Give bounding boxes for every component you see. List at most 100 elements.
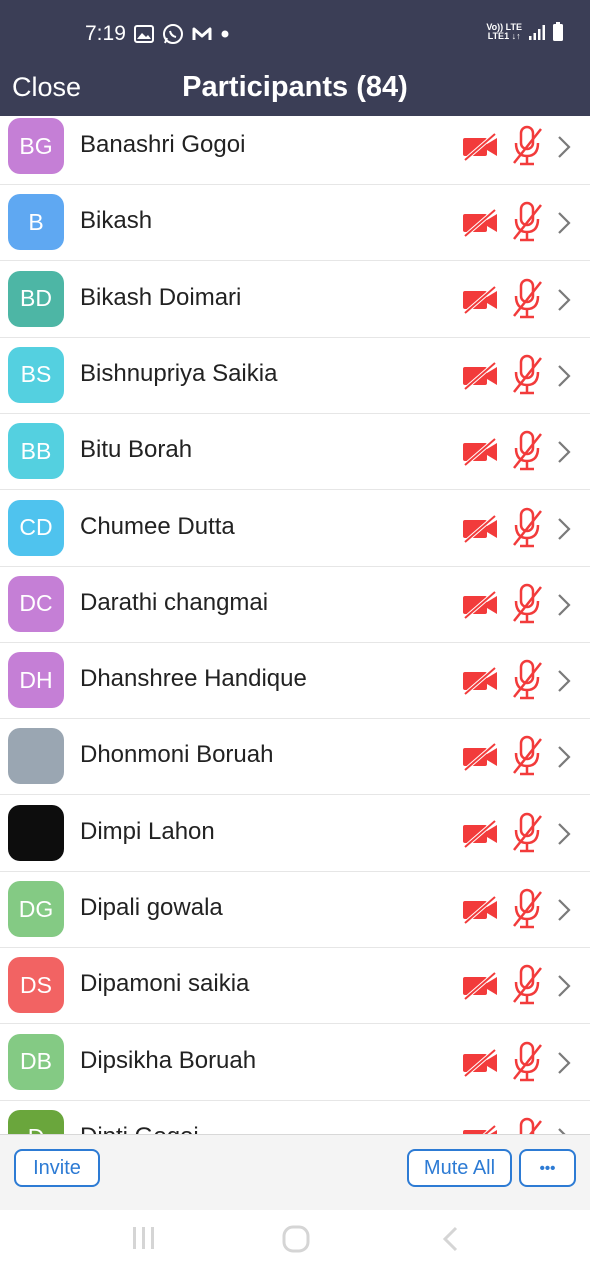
video-off-icon	[463, 743, 497, 772]
recent-apps-icon[interactable]	[131, 1225, 157, 1251]
participant-list[interactable]: BG Banashri Gogoi B Bikash BD Bikash Doi…	[0, 116, 590, 1134]
participant-row[interactable]: Dhonmoni Boruah	[0, 719, 590, 796]
participant-row[interactable]: BD Bikash Doimari	[0, 261, 590, 338]
participant-row[interactable]: DG Dipali gowala	[0, 872, 590, 948]
video-off-icon	[463, 972, 497, 1001]
avatar: DH	[8, 652, 64, 709]
mic-off-icon	[513, 1041, 542, 1081]
mic-off-icon	[513, 430, 542, 471]
chevron-right-icon[interactable]	[556, 897, 572, 923]
participant-row[interactable]: Dimpi Lahon	[0, 795, 590, 872]
video-off-icon	[463, 590, 497, 619]
chevron-right-icon[interactable]	[556, 363, 572, 389]
system-nav-bar	[0, 1210, 590, 1280]
system-status-icons: Vo)) LTE LTE1 ↓↑	[486, 22, 564, 42]
mic-off-icon	[513, 583, 542, 624]
avatar: DS	[8, 957, 64, 1014]
notification-icons	[134, 22, 230, 46]
participant-row[interactable]: DH Dhanshree Handique	[0, 643, 590, 720]
video-off-icon	[463, 209, 497, 238]
participant-name: Bitu Borah	[80, 436, 193, 464]
more-options-button[interactable]: •••	[519, 1149, 576, 1187]
chevron-right-icon[interactable]	[556, 973, 572, 999]
participant-row[interactable]: BS Bishnupriya Saikia	[0, 337, 590, 414]
participant-name: Dipamoni saikia	[80, 970, 250, 998]
participant-name: Dhanshree Handique	[80, 665, 307, 693]
chevron-right-icon[interactable]	[556, 439, 572, 465]
mic-off-icon	[513, 965, 542, 1005]
page-title: Participants (84)	[182, 71, 408, 103]
chevron-right-icon[interactable]	[556, 1050, 572, 1076]
video-off-icon	[463, 285, 497, 314]
video-off-icon	[463, 1048, 497, 1077]
back-icon[interactable]	[440, 1225, 460, 1253]
chevron-right-icon[interactable]	[556, 516, 572, 542]
chevron-right-icon[interactable]	[556, 744, 572, 770]
avatar: DB	[8, 1033, 64, 1090]
video-off-icon	[463, 667, 497, 696]
network-line-2: LTE1 ↓↑	[487, 31, 521, 41]
mic-off-icon	[513, 812, 542, 852]
participant-name: Bishnupriya Saikia	[80, 359, 278, 387]
participant-row[interactable]: DS Dipamoni saikia	[0, 948, 590, 1025]
invite-button[interactable]: Invite	[14, 1149, 100, 1187]
chevron-right-icon[interactable]	[556, 287, 572, 313]
participant-row[interactable]: B Bikash	[0, 185, 590, 262]
avatar: BG	[8, 118, 64, 174]
mic-off-icon	[513, 125, 542, 166]
mic-off-icon	[513, 278, 542, 318]
participant-row[interactable]: DC Darathi changmai	[0, 566, 590, 643]
status-bar: 7:19 Vo)) LTE LTE1 ↓↑	[0, 0, 590, 64]
participant-row[interactable]: CD Chumee Dutta	[0, 490, 590, 567]
participant-name: Dipsikha Boruah	[80, 1046, 257, 1074]
avatar: D	[8, 1109, 64, 1134]
chevron-right-icon[interactable]	[556, 1126, 572, 1134]
participant-row[interactable]: BB Bitu Borah	[0, 414, 590, 491]
avatar: DG	[8, 881, 64, 937]
chevron-right-icon[interactable]	[556, 668, 572, 694]
gallery-icon	[134, 25, 154, 43]
video-off-icon	[463, 514, 497, 543]
video-off-icon	[463, 1124, 497, 1134]
video-off-icon	[463, 133, 497, 161]
mic-off-icon	[513, 888, 542, 929]
whatsapp-icon	[163, 24, 183, 44]
participants-header: Close Participants (84)	[0, 64, 590, 116]
signal-icon	[529, 25, 545, 40]
participant-row[interactable]: DB Dipsikha Boruah	[0, 1024, 590, 1101]
avatar: BD	[8, 270, 64, 327]
avatar: BB	[8, 423, 64, 480]
dot-icon	[221, 30, 229, 38]
video-off-icon	[463, 438, 497, 467]
video-off-icon	[463, 896, 497, 924]
participant-name: Darathi changmai	[80, 588, 269, 616]
chevron-right-icon[interactable]	[556, 821, 572, 847]
mute-all-button[interactable]: Mute All	[407, 1149, 512, 1187]
mic-off-icon	[513, 354, 542, 395]
participant-name: Bikash	[80, 207, 153, 235]
participant-name: Bikash Doimari	[80, 283, 242, 311]
participant-name: Banashri Gogoi	[80, 131, 246, 158]
status-time: 7:19	[85, 22, 126, 45]
participant-row[interactable]: BG Banashri Gogoi	[0, 116, 590, 185]
avatar: CD	[8, 499, 64, 556]
participant-name: Dhonmoni Boruah	[80, 741, 274, 769]
battery-icon	[553, 22, 563, 41]
chevron-right-icon[interactable]	[556, 592, 572, 618]
network-indicator: Vo)) LTE LTE1 ↓↑	[486, 23, 522, 41]
avatar: BS	[8, 346, 64, 403]
close-button[interactable]: Close	[12, 72, 81, 103]
mic-off-icon	[513, 507, 542, 547]
participant-name: Dipti Gogoi	[80, 1123, 199, 1134]
chevron-right-icon[interactable]	[556, 210, 572, 236]
mic-off-icon	[513, 202, 542, 242]
mic-off-icon	[513, 659, 542, 700]
avatar: DC	[8, 575, 64, 632]
bottom-toolbar: Invite Mute All •••	[0, 1134, 590, 1211]
video-off-icon	[463, 361, 497, 390]
avatar-photo	[8, 804, 64, 861]
participant-row[interactable]: D Dipti Gogoi	[0, 1100, 590, 1134]
home-icon[interactable]	[282, 1225, 310, 1253]
participant-name: Chumee Dutta	[80, 512, 235, 540]
chevron-right-icon[interactable]	[556, 134, 572, 160]
